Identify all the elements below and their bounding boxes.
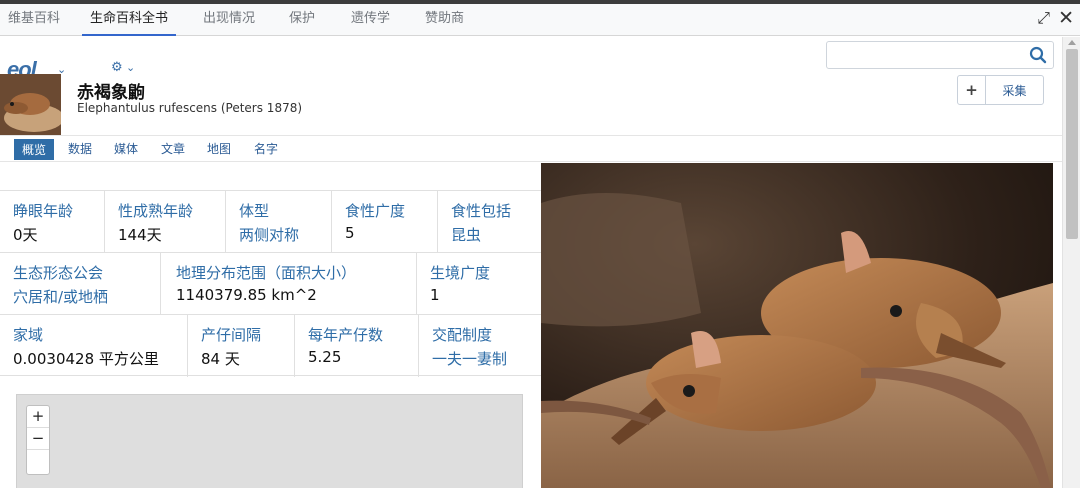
trait-cell[interactable]: 交配制度 一夫一妻制	[419, 315, 541, 377]
scrollbar-thumb[interactable]	[1066, 49, 1078, 239]
trait-cell[interactable]: 睁眼年龄 0天	[0, 191, 105, 253]
trait-key[interactable]: 性成熟年龄	[118, 200, 193, 221]
trait-value: 1	[430, 286, 440, 304]
trait-key[interactable]: 地理分布范围（面积大小）	[176, 262, 356, 283]
trait-key[interactable]: 产仔间隔	[201, 324, 261, 345]
trait-key[interactable]: 食性包括	[451, 200, 511, 221]
subnav-maps[interactable]: 地图	[205, 140, 233, 157]
subnav-names[interactable]: 名字	[252, 140, 280, 157]
trait-cell[interactable]: 生境广度 1	[417, 253, 541, 315]
page-subnav: 概览 数据 媒体 文章 地图 名字	[0, 135, 1062, 162]
trait-cell[interactable]: 每年产仔数 5.25	[295, 315, 419, 377]
trait-value: 84 天	[201, 350, 240, 368]
trait-key[interactable]: 交配制度	[432, 324, 492, 345]
tab-genetics[interactable]: 遗传学	[343, 8, 398, 36]
vertical-scrollbar[interactable]	[1062, 37, 1080, 488]
trait-key[interactable]: 家域	[13, 324, 43, 345]
zoom-out-button[interactable]: −	[27, 428, 49, 450]
species-photo[interactable]	[541, 163, 1053, 488]
traits-row: 睁眼年龄 0天 性成熟年龄 144天 体型 两侧对称 食性广度 5 食性包括 昆…	[0, 190, 541, 253]
subnav-articles[interactable]: 文章	[159, 140, 187, 157]
trait-value: 144天	[118, 226, 162, 244]
plus-icon: +	[958, 76, 986, 104]
trait-key[interactable]: 生境广度	[430, 262, 490, 283]
trait-cell[interactable]: 体型 两侧对称	[226, 191, 332, 253]
distribution-map[interactable]: + −	[16, 394, 523, 488]
traits-grid: 睁眼年龄 0天 性成熟年龄 144天 体型 两侧对称 食性广度 5 食性包括 昆…	[0, 190, 541, 377]
tab-occurrence[interactable]: 出现情况	[195, 8, 263, 36]
chevron-down-icon[interactable]: ⌄	[126, 61, 135, 74]
trait-cell[interactable]: 家域 0.0030428 平方公里	[0, 315, 188, 377]
trait-cell[interactable]: 产仔间隔 84 天	[188, 315, 295, 377]
trait-cell[interactable]: 食性包括 昆虫	[438, 191, 541, 253]
search-icon[interactable]	[1029, 46, 1047, 64]
scroll-up-arrow-icon[interactable]	[1068, 40, 1076, 45]
trait-value: 0天	[13, 226, 38, 244]
traits-row: 生态形态公会 穴居和/或地栖 地理分布范围（面积大小） 1140379.85 k…	[0, 252, 541, 315]
trait-value: 5	[345, 224, 355, 242]
trait-key[interactable]: 生态形态公会	[13, 262, 103, 283]
trait-key[interactable]: 睁眼年龄	[13, 200, 73, 221]
collect-button-label: 采集	[1002, 83, 1027, 98]
trait-value[interactable]: 穴居和/或地栖	[13, 286, 108, 307]
trait-key[interactable]: 食性广度	[345, 200, 405, 221]
source-tab-bar: 维基百科 生命百科全书 出现情况 保护 遗传学 赞助商 ⤢ ✕	[0, 4, 1080, 36]
map-zoom-control: + −	[26, 405, 50, 475]
species-scientific-name: Elephantulus rufescens (Peters 1878)	[77, 101, 303, 115]
trait-value[interactable]: 两侧对称	[239, 224, 299, 245]
traits-row: 家域 0.0030428 平方公里 产仔间隔 84 天 每年产仔数 5.25 交…	[0, 314, 541, 377]
trait-cell[interactable]: 性成熟年龄 144天	[105, 191, 226, 253]
eol-page: eol ⌄ ⚙ ⌄ 赤褐象鼩 Elephantulus rufescens (P…	[0, 37, 1062, 488]
trait-cell[interactable]: 地理分布范围（面积大小） 1140379.85 km^2	[161, 253, 417, 315]
trait-value: 5.25	[308, 348, 342, 366]
collect-button[interactable]: + 采集	[957, 75, 1044, 105]
trait-key[interactable]: 体型	[239, 200, 269, 221]
trait-cell[interactable]: 生态形态公会 穴居和/或地栖	[0, 253, 161, 315]
zoom-in-button[interactable]: +	[27, 406, 49, 428]
subnav-overview[interactable]: 概览	[14, 139, 55, 160]
trait-cell[interactable]: 食性广度 5	[332, 191, 438, 253]
species-thumbnail[interactable]	[0, 74, 61, 135]
expand-icon[interactable]: ⤢	[1037, 9, 1050, 27]
trait-value: 1140379.85 km^2	[176, 286, 317, 304]
trait-value[interactable]: 一夫一妻制	[432, 348, 507, 369]
species-common-name: 赤褐象鼩	[77, 83, 145, 103]
search-input[interactable]	[826, 41, 1054, 69]
subnav-media[interactable]: 媒体	[112, 140, 140, 157]
trait-value[interactable]: 昆虫	[451, 224, 481, 245]
tab-wikipedia[interactable]: 维基百科	[0, 8, 68, 36]
gear-icon[interactable]: ⚙	[111, 60, 123, 75]
subnav-data[interactable]: 数据	[66, 140, 94, 157]
trait-key[interactable]: 每年产仔数	[308, 324, 383, 345]
trait-value: 0.0030428 平方公里	[13, 350, 159, 368]
tab-conservation[interactable]: 保护	[281, 8, 323, 36]
tab-eol[interactable]: 生命百科全书	[82, 8, 177, 36]
tab-sponsors[interactable]: 赞助商	[417, 8, 472, 36]
close-icon[interactable]: ✕	[1058, 9, 1074, 28]
